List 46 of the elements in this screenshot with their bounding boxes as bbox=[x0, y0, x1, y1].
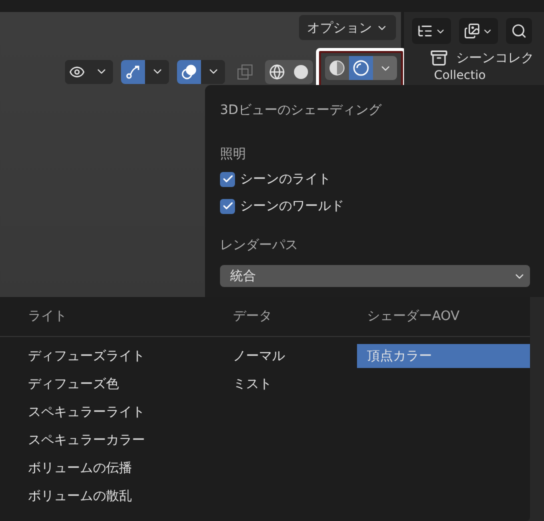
wireframe-sphere-icon bbox=[269, 64, 285, 80]
tree-list-icon bbox=[417, 23, 433, 39]
search-button[interactable] bbox=[506, 18, 532, 44]
column-heading: シェーダーAOV bbox=[366, 308, 461, 325]
menu-item[interactable]: ノーマル bbox=[223, 344, 357, 368]
menu-item[interactable]: スペキュラーカラー bbox=[18, 428, 223, 452]
menu-item[interactable]: ディフューズライト bbox=[18, 344, 223, 368]
checkbox-box[interactable] bbox=[220, 172, 235, 186]
collection-label: Collectio bbox=[434, 68, 486, 82]
options-dropdown[interactable]: オプション bbox=[299, 15, 396, 40]
box-icon bbox=[430, 49, 448, 67]
overlay-toggle[interactable] bbox=[177, 60, 201, 84]
menu-item[interactable]: 頂点カラー bbox=[357, 344, 530, 368]
images-icon bbox=[464, 23, 480, 39]
menu-item[interactable]: ボリュームの伝播 bbox=[18, 456, 223, 480]
checkbox-label: シーンのワールド bbox=[240, 198, 344, 215]
checkbox-label: シーンのライト bbox=[240, 171, 331, 188]
eye-icon bbox=[69, 64, 85, 80]
menu-item[interactable]: ミスト bbox=[223, 372, 357, 396]
section-label: 照明 bbox=[220, 146, 246, 163]
column-heading: データ bbox=[232, 308, 273, 325]
solid-sphere-icon bbox=[293, 64, 309, 80]
menu-item[interactable]: ディフューズ色 bbox=[18, 372, 223, 396]
wireframe-shading-button[interactable] bbox=[265, 60, 289, 84]
gizmo-toggle[interactable] bbox=[121, 60, 145, 84]
menu-item[interactable]: ボリュームの散乱 bbox=[18, 484, 223, 508]
scene-collection-label: シーンコレク bbox=[456, 50, 534, 67]
curve-arrow-icon bbox=[125, 64, 141, 80]
column-heading: ライト bbox=[27, 308, 68, 325]
overlapping-squares-icon bbox=[237, 64, 253, 80]
render-pass-dropdown[interactable]: 統合 bbox=[220, 265, 530, 287]
checkbox[interactable]: シーンのライト bbox=[220, 170, 331, 188]
checkbox-box[interactable] bbox=[220, 198, 235, 214]
filter-button[interactable] bbox=[459, 18, 498, 44]
search-icon bbox=[511, 23, 527, 39]
overlapping-circles-icon bbox=[181, 64, 197, 80]
material-shading-button[interactable] bbox=[325, 56, 349, 80]
rendered-shading-button[interactable] bbox=[349, 56, 373, 80]
section-label: レンダーパス bbox=[220, 237, 298, 254]
shiny-sphere-icon bbox=[353, 60, 369, 76]
checkbox[interactable]: シーンのワールド bbox=[220, 197, 344, 215]
half-sphere-icon bbox=[329, 60, 345, 76]
popover-title: 3Dビューのシェーディング bbox=[220, 102, 382, 119]
menu-item[interactable]: スペキュラーライト bbox=[18, 400, 223, 424]
solid-shading-button[interactable] bbox=[289, 60, 313, 84]
display-mode-button[interactable] bbox=[412, 18, 451, 44]
